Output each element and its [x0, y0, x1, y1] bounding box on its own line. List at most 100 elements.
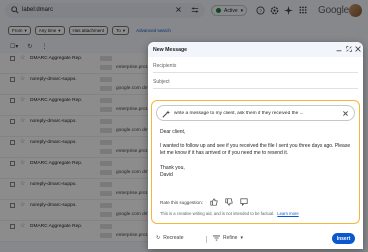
search-bar[interactable]: label:dmarc — [5, 3, 205, 18]
email-sender: DMARC Aggregate Rep. — [30, 224, 83, 229]
filter-has-attachment[interactable]: Has attachment — [68, 26, 109, 35]
google-logo: Google — [318, 5, 350, 16]
expand-icon[interactable] — [346, 46, 352, 52]
email-snippet: enterprise.prot.. — [116, 191, 150, 196]
help-icon[interactable]: ? — [256, 6, 265, 15]
table-row[interactable]: ☆ DMARC Aggregate Rep. enterprise.prot.. — [0, 53, 150, 74]
row-checkbox[interactable] — [10, 224, 15, 229]
rate-label: Rate this suggestion: — [160, 199, 203, 205]
ai-prompt-text[interactable]: write a message to my client, ask them i… — [174, 111, 334, 116]
subject-field[interactable]: Subject — [153, 75, 358, 89]
label-chip — [100, 56, 112, 61]
table-row[interactable]: ☆ noreply-dmarc-suppo. google.com dma.. — [0, 116, 154, 137]
label-chip — [100, 65, 112, 70]
minimize-icon[interactable] — [336, 46, 342, 52]
row-checkbox[interactable] — [10, 203, 15, 208]
feedback-icon[interactable] — [240, 198, 248, 206]
star-icon[interactable]: ☆ — [20, 117, 25, 124]
status-dot-icon — [216, 8, 221, 13]
star-icon[interactable]: ☆ — [20, 96, 25, 103]
search-input[interactable]: label:dmarc — [22, 7, 53, 13]
row-checkbox[interactable] — [10, 98, 15, 103]
insert-button[interactable]: Insert — [332, 233, 355, 244]
recipients-field[interactable]: Recipients — [153, 59, 358, 73]
row-checkbox[interactable] — [10, 77, 15, 82]
refine-icon — [213, 235, 220, 241]
generated-draft: Dear client, I wanted to follow up and s… — [160, 129, 352, 179]
status-selector[interactable]: Active ▾ — [211, 5, 247, 16]
star-icon[interactable]: ☆ — [20, 222, 25, 229]
table-row[interactable]: ☆ noreply-dmarc-suppo. google.com dma.. — [0, 200, 154, 221]
refine-button[interactable]: Refine ▾ — [213, 235, 243, 241]
email-snippet: enterprise.prot.. — [116, 107, 150, 112]
table-row[interactable]: ☆ noreply-dmarc-suppo. enterprise.prot.. — [0, 179, 150, 200]
draft-body: I wanted to follow up and see if you rec… — [160, 143, 351, 157]
gear-icon[interactable] — [270, 6, 279, 15]
email-sender: DMARC Aggregate Rep. — [30, 161, 83, 166]
star-icon[interactable]: ☆ — [20, 138, 25, 145]
select-all-checkbox[interactable]: ☐▾ — [10, 43, 18, 50]
label-chip — [100, 149, 112, 154]
email-snippet: enterprise.prot.. — [116, 65, 150, 70]
rate-suggestion: Rate this suggestion: — [160, 198, 248, 206]
email-sender: DMARC Aggregate Rep. — [30, 98, 83, 103]
label-chip — [100, 98, 112, 103]
footer-divider — [206, 236, 207, 243]
email-sender: noreply-dmarc-suppo. — [30, 77, 77, 82]
thumbs-up-icon[interactable] — [210, 198, 218, 206]
top-bar: label:dmarc Active ▾ ? Google — [0, 0, 368, 22]
draft-signature: David — [160, 171, 173, 178]
row-checkbox[interactable] — [10, 182, 15, 187]
ai-prompt-field[interactable]: write a message to my client, ask them i… — [156, 105, 355, 121]
row-checkbox[interactable] — [10, 161, 15, 166]
row-checkbox[interactable] — [10, 56, 15, 61]
star-icon[interactable]: ☆ — [20, 54, 25, 61]
filter-to[interactable]: To ▾ — [112, 26, 130, 35]
label-chip — [100, 161, 112, 166]
label-chip — [100, 212, 112, 217]
star-icon[interactable]: ☆ — [20, 159, 25, 166]
label-chip — [100, 86, 112, 91]
close-icon[interactable] — [175, 6, 182, 13]
email-sender: noreply-dmarc-suppo. — [30, 119, 77, 124]
table-row[interactable]: ☆ DMARC Aggregate Rep. enterprise.prot.. — [0, 221, 150, 242]
search-filters: From ▾ Any time ▾ Has attachment To ▾ Advan… — [8, 26, 174, 36]
table-row[interactable]: ☆ noreply-dmarc-suppo. google.com dma.. — [0, 74, 154, 95]
search-icon[interactable] — [11, 6, 19, 14]
label-chip — [100, 203, 112, 208]
table-row[interactable]: ☆ noreply-dmarc-suppo. enterprise.prot.. — [0, 137, 150, 158]
close-icon[interactable] — [355, 46, 361, 52]
close-icon[interactable] — [342, 110, 349, 117]
star-icon[interactable]: ☆ — [20, 75, 25, 82]
refresh-icon[interactable]: ↻ — [27, 43, 32, 50]
label-chip — [100, 119, 112, 124]
label-chip — [100, 182, 112, 187]
advanced-search-link[interactable]: Advanced search — [133, 26, 174, 35]
recreate-button[interactable]: ↻ Recreate — [156, 235, 184, 241]
table-row[interactable]: ☆ DMARC Aggregate Rep. google.com dma.. — [0, 158, 154, 179]
row-checkbox[interactable] — [10, 140, 15, 145]
tune-icon[interactable] — [191, 6, 199, 14]
star-icon[interactable]: ☆ — [20, 180, 25, 187]
compose-footer: ↻ Recreate Refine ▾ Insert — [148, 227, 363, 249]
draft-greeting: Dear client, — [160, 129, 186, 135]
filter-from[interactable]: From ▾ — [8, 26, 31, 35]
learn-more-link[interactable]: Learn more — [277, 211, 298, 216]
svg-text:?: ? — [259, 8, 262, 13]
email-sender: noreply-dmarc-suppo. — [30, 140, 77, 145]
star-icon[interactable]: ☆ — [20, 201, 25, 208]
filter-any-time[interactable]: Any time ▾ — [34, 26, 65, 35]
label-chip — [100, 77, 112, 82]
list-toolbar: ☐▾ ↻ ⋮ — [10, 43, 47, 50]
email-sender: noreply-dmarc-suppo. — [30, 182, 77, 187]
table-row[interactable]: ☆ DMARC Aggregate Rep. enterprise.prot.. — [0, 95, 150, 116]
avatar[interactable] — [349, 4, 362, 17]
thumbs-down-icon[interactable] — [225, 198, 233, 206]
row-checkbox[interactable] — [10, 119, 15, 124]
more-options-icon[interactable]: ⋮ — [41, 43, 47, 50]
sparkle-icon[interactable] — [284, 6, 293, 15]
label-chip — [100, 140, 112, 145]
apps-grid-icon[interactable] — [299, 6, 307, 14]
compose-window: New Message Recipients Subject write a m… — [148, 42, 363, 249]
label-chip — [100, 233, 112, 238]
